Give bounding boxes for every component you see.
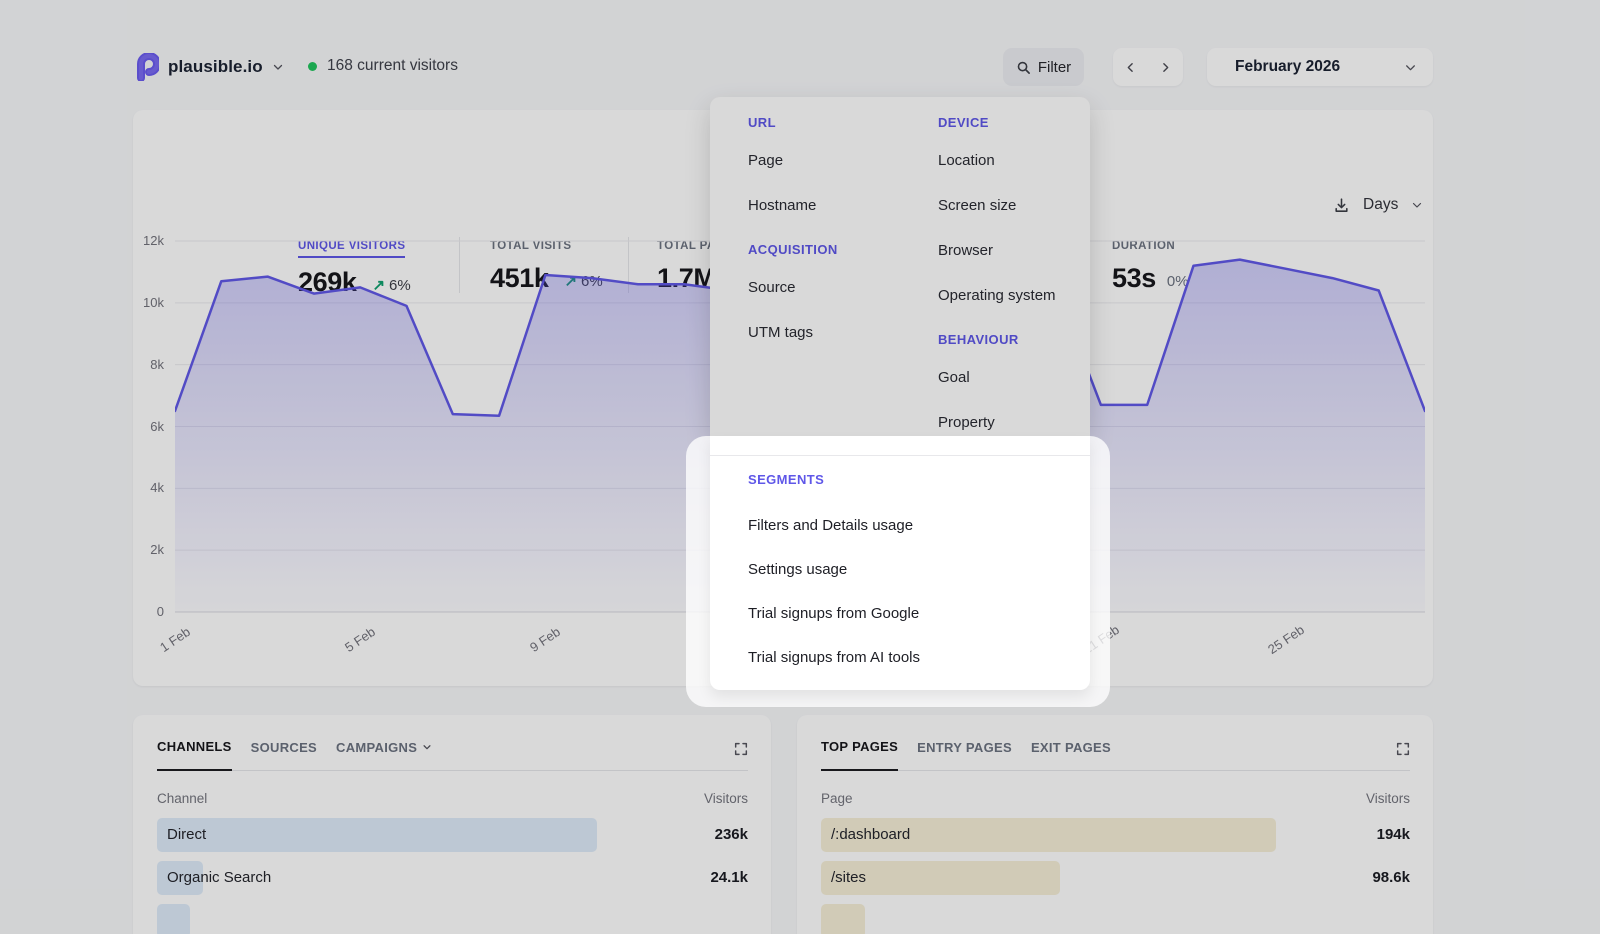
menu-item-segment-trial-signups-google[interactable]: Trial signups from Google [748, 605, 1090, 623]
menu-item-segment-settings-usage[interactable]: Settings usage [748, 561, 1090, 579]
segments-section: SEGMENTS Filters and Details usage Setti… [710, 436, 1090, 690]
menu-item-segment-trial-signups-ai-tools[interactable]: Trial signups from AI tools [748, 649, 1090, 667]
menu-item-segment-filters-details-usage[interactable]: Filters and Details usage [748, 517, 1090, 535]
menu-section-segments: SEGMENTS [748, 472, 1090, 487]
